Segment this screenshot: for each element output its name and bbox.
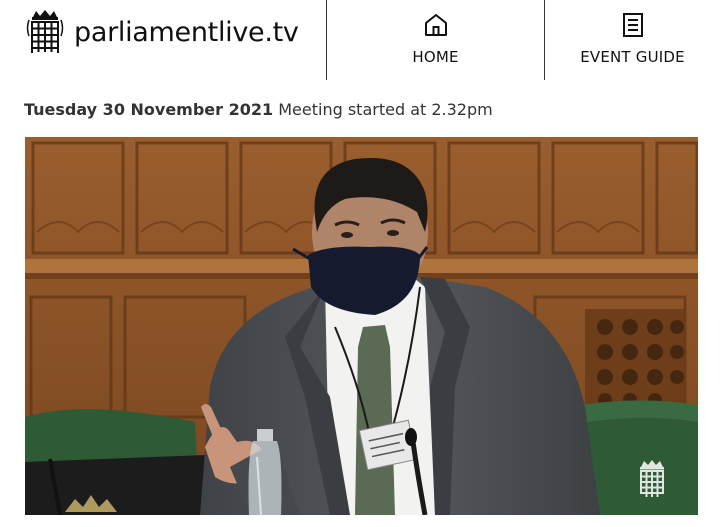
meeting-date: Tuesday 30 November 2021	[24, 100, 274, 119]
nav-home-label: HOME	[412, 48, 459, 66]
nav-home-button[interactable]: HOME	[327, 10, 544, 74]
home-icon	[424, 14, 447, 36]
nav-event-guide-button[interactable]: EVENT GUIDE	[545, 10, 720, 74]
meeting-status: Meeting started at 2.32pm	[278, 100, 493, 119]
video-frame	[25, 137, 698, 515]
video-player[interactable]	[25, 137, 698, 515]
person-tie	[355, 325, 395, 515]
site-header: parliamentlive.tv HOME EVENT GUIDE	[0, 0, 720, 82]
site-logo[interactable]: parliamentlive.tv	[24, 8, 299, 56]
nav-event-guide-label: EVENT GUIDE	[580, 48, 685, 66]
meeting-info: Tuesday 30 November 2021 Meeting started…	[24, 100, 493, 119]
carved-lattice	[585, 309, 685, 409]
water-bottle	[257, 429, 273, 441]
site-name: parliamentlive.tv	[74, 16, 299, 48]
portcullis-icon	[26, 10, 64, 53]
document-list-icon	[622, 13, 643, 37]
